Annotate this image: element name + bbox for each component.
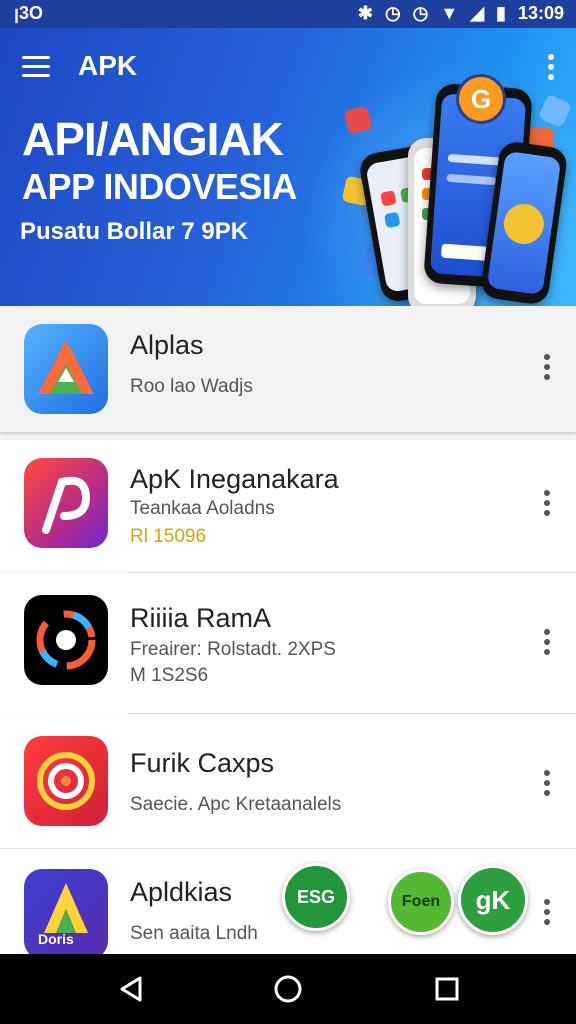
wifi-icon: ▼ (440, 3, 459, 23)
more-vert-icon[interactable] (544, 899, 550, 929)
app-icon-apldkias: Doris (24, 869, 108, 959)
app-name: Riiiia RamA (130, 603, 272, 633)
banner-title: API/ANGIAK (22, 113, 284, 165)
banner-title-line2: APP INDOVESIA (22, 166, 297, 207)
app-description: Teankaa Aoladns (130, 498, 275, 519)
alarm-icon: ◷ (384, 3, 401, 23)
recents-icon[interactable] (430, 972, 464, 1006)
more-vert-icon[interactable] (544, 770, 550, 800)
app-icon-riiiia-rama (24, 595, 108, 685)
status-left-text: ꞁ3O (14, 3, 44, 23)
app-name: Apldkias (130, 877, 233, 907)
more-vert-icon[interactable] (544, 490, 550, 520)
app-name: Alplas (130, 330, 204, 360)
badge-gk[interactable]: gK (458, 865, 528, 935)
list-item[interactable]: Furik Caxps Saecie. Apc Kretaanalels (0, 714, 576, 848)
hero-banner: APK API/ANGIAK APP INDOVESIA Pusatu Boll… (0, 28, 576, 306)
more-vert-icon[interactable] (548, 54, 554, 84)
home-icon[interactable] (271, 972, 305, 1006)
app-icon-alplas (24, 324, 108, 414)
list-item[interactable]: Alplas Roo lao Wadjs (0, 306, 576, 432)
hamburger-icon[interactable] (22, 56, 50, 78)
app-meta: Rl 15096 (130, 526, 207, 547)
battery-icon: ▮ (496, 3, 506, 23)
app-name: ApK Ineganakara (130, 464, 339, 494)
navigation-bar (0, 954, 576, 1024)
app-description: Saecie. Apc Kretaanalels (130, 794, 342, 815)
more-vert-icon[interactable] (544, 629, 550, 659)
banner-subtitle: Pusatu Bollar 7 9PK (20, 218, 249, 245)
signal-icon: ◢ (470, 3, 485, 23)
app-icon-apk-ineganakara (24, 458, 108, 548)
more-vert-icon[interactable] (544, 354, 550, 384)
app-title: APK (78, 50, 138, 81)
app-description: Freairer: Rolstadt. 2XPS (130, 639, 336, 660)
badge-esg[interactable]: ESG (282, 863, 350, 931)
app-description: Sen aaita Lndh (130, 923, 258, 944)
list-item[interactable]: Doris Apldkias Sen aaita Lndh ESG Foen g… (0, 849, 576, 959)
app-icon-furik-caxps (24, 736, 108, 826)
banner-logo-icon: G (456, 74, 506, 124)
status-time: 13:09 (517, 3, 564, 23)
list-item[interactable]: ApK Ineganakara Teankaa Aoladns Rl 15096 (0, 440, 576, 572)
alarm-icon: ◷ (412, 3, 429, 23)
back-icon[interactable] (114, 972, 148, 1006)
app-name: Furik Caxps (130, 748, 275, 778)
list-item[interactable]: Riiiia RamA Freairer: Rolstadt. 2XPS M 1… (0, 573, 576, 713)
app-meta: M 1S2S6 (130, 665, 209, 686)
app-icon-label: Doris (38, 931, 74, 947)
bluetooth-icon: ✱ (357, 3, 373, 23)
badge-foen[interactable]: Foen (388, 869, 454, 935)
app-description: Roo lao Wadjs (130, 376, 253, 397)
status-bar: ꞁ3O ✱ ◷ ◷ ▼ ◢ ▮ 13:09 (0, 0, 576, 28)
